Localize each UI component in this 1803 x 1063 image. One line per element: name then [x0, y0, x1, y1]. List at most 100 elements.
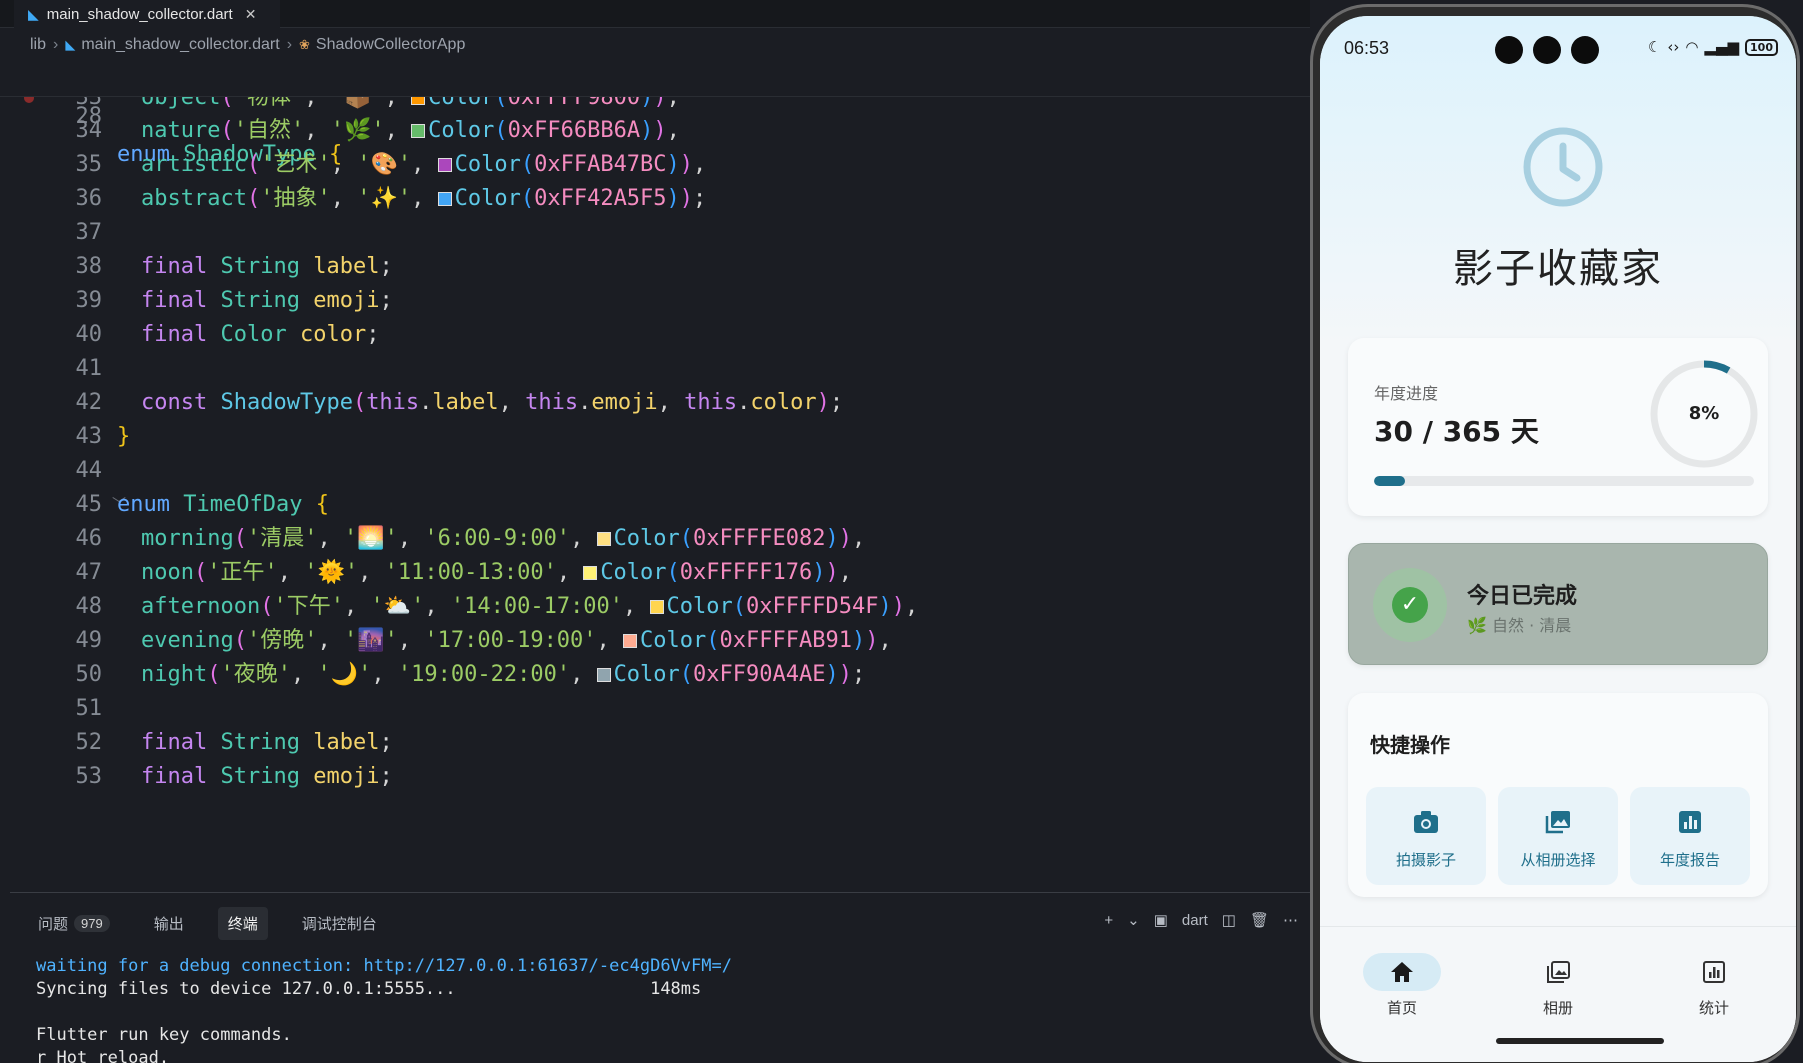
color-swatch[interactable] — [583, 566, 598, 580]
line-number: 34 — [75, 118, 103, 143]
dart-file-icon: ◣ — [28, 5, 39, 22]
home-icon — [1391, 962, 1413, 982]
line-number: 49 — [75, 628, 103, 653]
color-swatch[interactable] — [596, 532, 611, 546]
code-line: final String emoji; — [141, 288, 393, 313]
nav-label: 相册 — [1542, 999, 1573, 1017]
bottom-panel: 问题 979 输出 终端 调试控制台 + ⌄ ▣ dart ◫ 🗑 ⋯ waiti… — [10, 892, 1310, 1063]
panel-actions: + ⌄ ▣ dart ◫ 🗑 ⋯ — [1104, 911, 1298, 930]
code-row: 34 nature('自然', '🌿', Color(0xFF66BB6A)), — [0, 112, 1310, 150]
code-row: 37 — [0, 214, 1310, 252]
data-sync-icon: ‹› — [1667, 38, 1680, 56]
code-row: 53 final String emoji; — [0, 758, 1310, 796]
line-number: 37 — [75, 220, 103, 245]
nav-item-home[interactable]: 首页 — [1352, 953, 1452, 1018]
camera-icon — [1414, 811, 1438, 833]
take-shadow-photo-button[interactable]: 拍摄影子 — [1366, 787, 1486, 885]
pick-from-album-button[interactable]: 从相册选择 — [1498, 787, 1618, 885]
moon-icon: ☾ — [1647, 38, 1662, 56]
code-line: morning('清晨', '🌅', '6:00-9:00', Color(0x… — [141, 526, 866, 551]
color-swatch[interactable] — [411, 124, 426, 138]
code-line: artistic('艺术', '🎨', Color(0xFFAB47BC)), — [141, 152, 707, 177]
color-swatch[interactable] — [596, 668, 611, 682]
line-number: 41 — [75, 356, 103, 381]
terminal-shell-name[interactable]: dart — [1182, 912, 1208, 929]
annual-report-button[interactable]: 年度报告 — [1630, 787, 1750, 885]
terminal-line: r Hot reload. — [36, 1048, 170, 1063]
editor-tab-bar: ◣ main_shadow_collector.dart ✕ — [0, 0, 1310, 28]
sticky-scroll-line[interactable]: 28 enum ShadowType { — [0, 61, 1310, 167]
check-icon: ✓ — [1392, 587, 1428, 623]
split-terminal-icon[interactable]: ◫ — [1222, 911, 1236, 929]
code-line: final String label; — [141, 730, 393, 755]
line-number: 38 — [75, 254, 103, 279]
quick-button-label: 拍摄影子 — [1395, 851, 1456, 869]
progress-bar — [1374, 476, 1754, 486]
terminal-icon: ▣ — [1153, 912, 1168, 929]
color-swatch[interactable] — [411, 97, 426, 105]
nav-label: 统计 — [1698, 999, 1729, 1017]
line-number: 45 — [75, 492, 103, 517]
color-swatch[interactable] — [437, 158, 452, 172]
nav-item-stats[interactable]: 统计 — [1664, 953, 1764, 1018]
tab-problems[interactable]: 问题 979 — [28, 907, 120, 940]
tab-terminal[interactable]: 终端 — [217, 907, 268, 940]
wifi-icon: ◠ — [1685, 38, 1699, 56]
breadcrumb-symbol[interactable]: ShadowCollectorApp — [316, 36, 465, 54]
line-number: 48 — [75, 594, 103, 619]
chevron-down-icon[interactable]: ⌄ — [1127, 911, 1140, 929]
add-terminal-button[interactable]: + — [1104, 912, 1113, 929]
photo-library-icon — [1545, 811, 1570, 834]
line-number: 36 — [75, 186, 103, 211]
code-row: 36 abstract('抽象', '✨', Color(0xFF42A5F5))… — [0, 180, 1310, 218]
code-line: evening('傍晚', '🌆', '17:00-19:00', Color(… — [141, 628, 892, 653]
tab-debug-console[interactable]: 调试控制台 — [292, 907, 387, 940]
code-row: 51 — [0, 690, 1310, 728]
done-title: 今日已完成 — [1467, 584, 1578, 609]
bar-chart-icon — [1679, 811, 1701, 833]
nav-item-album[interactable]: 相册 — [1508, 953, 1608, 1018]
nav-label: 首页 — [1386, 999, 1417, 1017]
breakpoint-icon[interactable] — [24, 97, 34, 103]
album-icon — [1547, 961, 1570, 983]
progress-label: 年度进度 — [1374, 384, 1439, 403]
code-row: 43} — [0, 418, 1310, 456]
editor-tab-label: main_shadow_collector.dart — [46, 5, 233, 23]
code-line: abstract('抽象', '✨', Color(0xFF42A5F5)); — [141, 186, 707, 211]
more-icon[interactable]: ⋯ — [1283, 911, 1298, 929]
nav-indicator — [1363, 953, 1441, 991]
line-number: 51 — [75, 696, 103, 721]
color-swatch[interactable] — [623, 634, 638, 648]
code-row: 42 const ShadowType(this.label, this.emoj… — [0, 384, 1310, 422]
camera-icon — [1495, 36, 1523, 64]
home-indicator[interactable] — [1496, 1038, 1664, 1044]
phone-screen[interactable]: 06:53 ☾ ‹› ◠ ▂▄▆ 100 影子收藏家 年度进度 30 / 365… — [1320, 16, 1796, 1062]
terminal-output[interactable]: waiting for a debug connection: http://1… — [36, 955, 732, 1063]
year-progress-card: 年度进度 30 / 365 天 8% — [1348, 338, 1768, 516]
debug-url-link[interactable]: http://127.0.0.1:61637/-ec4gD6VvFM=/ — [364, 956, 732, 976]
code-row: 49 evening('傍晚', '🌆', '17:00-19:00', Colo… — [0, 622, 1310, 660]
breadcrumb-folder[interactable]: lib — [30, 36, 46, 54]
code-row: 39 final String emoji; — [0, 282, 1310, 320]
color-swatch[interactable] — [437, 192, 452, 206]
tab-output[interactable]: 输出 — [144, 907, 194, 940]
editor-tab-main[interactable]: ◣ main_shadow_collector.dart ✕ — [14, 0, 280, 28]
progress-value: 30 / 365 天 — [1374, 415, 1539, 448]
code-line: } — [117, 424, 131, 449]
status-icons: ☾ ‹› ◠ ▂▄▆ 100 — [1648, 38, 1778, 56]
code-area[interactable]: 33 object('物体', '📦', Color(0xFFFF9800)), … — [0, 97, 1310, 892]
close-icon[interactable]: ✕ — [245, 6, 257, 23]
status-time: 06:53 — [1344, 38, 1390, 58]
today-done-card[interactable]: ✓ 今日已完成 🌿 自然 · 清晨 — [1348, 543, 1768, 665]
code-line: enum TimeOfDay { — [117, 492, 329, 517]
code-line: noon('正午', '🌞', '11:00-13:00', Color(0xF… — [141, 560, 852, 585]
code-row: 52 final String label; — [0, 724, 1310, 762]
line-number: 47 — [75, 560, 103, 585]
breadcrumb-file[interactable]: main_shadow_collector.dart — [81, 36, 279, 54]
line-number: 39 — [75, 288, 103, 313]
trash-icon[interactable]: 🗑 — [1250, 911, 1269, 929]
color-swatch[interactable] — [649, 600, 664, 614]
signal-icon: ▂▄▆ — [1704, 38, 1740, 56]
progress-percent: 8% — [1688, 403, 1720, 424]
terminal-line: Syncing files to device 127.0.0.1:5555..… — [36, 979, 702, 999]
